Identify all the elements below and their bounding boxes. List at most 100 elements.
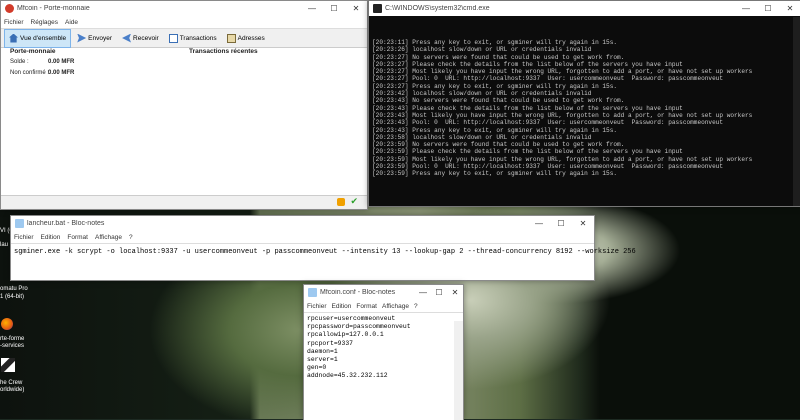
notepad-conf-titlebar[interactable]: Mfcoin.conf - Bloc-notes — ☐ ✕ (304, 285, 463, 300)
config-line: rpcport=9337 (307, 339, 354, 347)
desktop-icon-label[interactable]: orldwide) (0, 387, 24, 394)
overview-panel: Porte-monnaie Transactions récentes Sold… (1, 48, 367, 195)
notepad-conf-window: Mfcoin.conf - Bloc-notes — ☐ ✕ Fichier E… (303, 284, 464, 420)
menu-item-edition[interactable]: Edition (41, 234, 61, 241)
overview-label: Vue d'ensemble (20, 34, 67, 42)
address-book-icon (226, 33, 236, 43)
close-icon[interactable]: ✕ (572, 216, 594, 231)
close-icon[interactable]: ✕ (779, 1, 800, 16)
receive-label: Recevoir (133, 34, 159, 42)
addresses-button[interactable]: Adresses (223, 30, 269, 47)
home-icon (9, 33, 18, 43)
close-icon[interactable]: ✕ (345, 1, 367, 16)
unconfirmed-value: 0.00 MFR (48, 70, 75, 76)
menu-item-help[interactable]: ? (129, 234, 133, 241)
window-title: Mfcoin - Porte-monnaie (17, 5, 90, 12)
maximize-icon[interactable]: ☐ (550, 216, 572, 231)
window-title: lancheur.bat - Bloc-notes (27, 220, 105, 227)
menu-item-fichier[interactable]: Fichier (307, 303, 327, 310)
minimize-icon[interactable]: — (528, 216, 550, 231)
menu-item-aide[interactable]: Aide (65, 19, 78, 26)
mfcoin-wallet-window: Mfcoin - Porte-monnaie — ☐ ✕ Fichier Rég… (0, 0, 368, 210)
cmd-titlebar[interactable]: C:\WINDOWS\system32\cmd.exe — ☐ ✕ (369, 1, 800, 16)
console-line: [20:23:43] No servers were found that co… (372, 97, 625, 105)
wallet-heading: Porte-monnaie (10, 48, 56, 55)
balance-value: 0.00 MFR (48, 59, 75, 65)
menu-item-help[interactable]: ? (414, 303, 418, 310)
minimize-icon[interactable]: — (301, 1, 323, 16)
maximize-icon[interactable]: ☐ (757, 1, 779, 16)
desktop-icon-label[interactable]: lau (0, 242, 8, 249)
menu-item-format[interactable]: Format (67, 234, 88, 241)
cmd-app-icon (373, 4, 382, 13)
notepad-icon (308, 288, 317, 297)
text-editor[interactable]: rpcuser=usercommeonveut rpcpassword=passc… (304, 312, 463, 383)
editor-scrollbar[interactable] (454, 321, 463, 420)
maximize-icon[interactable]: ☐ (431, 285, 447, 300)
toolbar: Vue d'ensemble Envoyer Recevoir Transact… (1, 28, 367, 48)
desktop-icon-label[interactable]: rte-forme (0, 336, 24, 343)
menu-bar: Fichier Edition Format Affichage ? (11, 231, 594, 243)
config-line: gen=0 (307, 364, 327, 372)
unconfirmed-label: Non confirmé : (10, 70, 50, 76)
console-line: [20:23:59] Pool: 0 URL: http://localhost… (372, 163, 724, 171)
text-editor[interactable]: sgminer.exe -k scrypt -o localhost:9337 … (11, 243, 636, 260)
menu-bar: Fichier Réglages Aide (1, 16, 367, 28)
window-title: Mfcoin.conf - Bloc-notes (320, 289, 396, 296)
addresses-label: Adresses (237, 34, 265, 42)
maximize-icon[interactable]: ☐ (323, 1, 345, 16)
console-line: [20:23:27] Press any key to exit, or sgm… (372, 82, 618, 90)
menu-item-format[interactable]: Format (356, 303, 377, 310)
transactions-button[interactable]: Transactions (165, 30, 221, 47)
config-line: addnode=45.32.232.112 (307, 372, 388, 380)
console-line: [20:23:43] Most likely you have input th… (372, 111, 753, 119)
minimize-icon[interactable]: — (415, 285, 431, 300)
close-icon[interactable]: ✕ (447, 285, 463, 300)
config-line: rpcuser=usercommeonveut (307, 315, 396, 322)
balance-label: Solde : (10, 59, 29, 65)
menu-item-reglages[interactable]: Réglages (31, 19, 58, 26)
notepad-bat-titlebar[interactable]: lancheur.bat - Bloc-notes — ☐ ✕ (11, 216, 594, 231)
overview-button[interactable]: Vue d'ensemble (4, 28, 72, 48)
receive-icon (122, 33, 132, 43)
menu-item-affichage[interactable]: Affichage (95, 234, 122, 241)
console-line: [20:23:59] Press any key to exit, or sgm… (372, 170, 618, 178)
send-icon (77, 33, 87, 43)
console-scrollbar[interactable] (793, 17, 800, 206)
menu-item-affichage[interactable]: Affichage (382, 303, 409, 310)
menu-item-fichier[interactable]: Fichier (4, 19, 24, 26)
connected-check-icon: ✔ (350, 196, 358, 206)
the-crew-icon[interactable] (1, 358, 15, 372)
transactions-label: Transactions (179, 34, 217, 42)
desktop-icon-label[interactable]: -services (0, 343, 24, 350)
config-line: daemon=1 (307, 347, 338, 355)
mfcoin-titlebar[interactable]: Mfcoin - Porte-monnaie — ☐ ✕ (1, 1, 367, 16)
send-label: Envoyer (88, 34, 113, 42)
console-line: [20:23:59] Please check the details from… (372, 148, 683, 156)
console-line: [20:23:59] Most likely you have input th… (372, 155, 753, 163)
config-line: server=1 (307, 356, 338, 364)
firefox-icon[interactable] (1, 318, 13, 330)
console-line: [20:23:27] No servers were found that co… (372, 53, 625, 61)
console-output[interactable]: [20:23:11] Press any key to exit, or sgm… (369, 17, 793, 206)
desktop-icon-label[interactable]: 1 (64-bit) (0, 294, 24, 301)
recent-transactions-heading: Transactions récentes (189, 48, 258, 55)
cmd-window: C:\WINDOWS\system32\cmd.exe — ☐ ✕ [20:23… (368, 0, 800, 207)
menu-item-edition[interactable]: Edition (332, 303, 352, 310)
window-title: C:\WINDOWS\system32\cmd.exe (385, 5, 490, 12)
console-line: [20:23:43] Pool: 0 URL: http://localhost… (372, 119, 724, 127)
menu-item-fichier[interactable]: Fichier (14, 234, 34, 241)
console-line: [20:23:43] Please check the details from… (372, 104, 683, 112)
console-line: [20:23:43] Press any key to exit, or sgm… (372, 126, 618, 134)
notepad-bat-window: lancheur.bat - Bloc-notes — ☐ ✕ Fichier … (10, 215, 636, 281)
mfcoin-app-icon (5, 4, 14, 13)
console-line: [20:23:59] No servers were found that co… (372, 141, 625, 149)
console-line: [20:23:27] Pool: 0 URL: http://localhost… (372, 75, 724, 83)
desktop-icon-label[interactable]: omatu Pro (0, 286, 28, 293)
minimize-icon[interactable]: — (735, 1, 757, 16)
receive-button[interactable]: Recevoir (118, 30, 163, 47)
transactions-icon (168, 33, 178, 43)
send-button[interactable]: Envoyer (73, 30, 116, 47)
desktop-icon-label[interactable]: he Crew (0, 380, 22, 387)
console-line: [20:23:27] Please check the details from… (372, 60, 683, 68)
